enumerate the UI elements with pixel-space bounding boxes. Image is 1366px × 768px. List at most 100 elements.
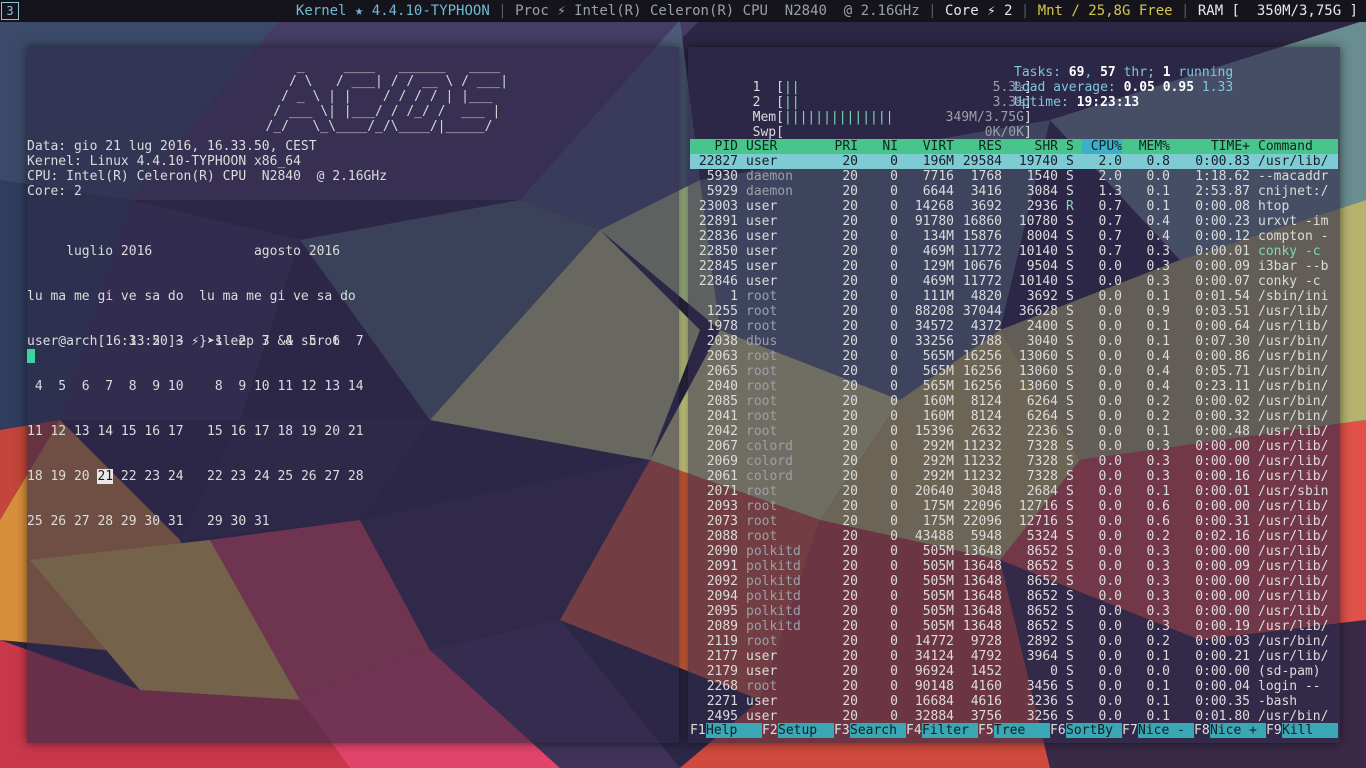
process-mem: 0.1 [1146,694,1170,709]
column-header-ni[interactable]: NI [866,139,898,154]
process-row[interactable]: 22850 user 20 0 469M 11772 10140 S 0.7 0.3 0:00.01… [690,244,1338,259]
process-row[interactable]: 2091 polkitd 20 0 505M 13648 8652 S 0.0 0.3 0:00.0… [690,559,1338,574]
process-row[interactable]: 2177 user 20 0 34124 4792 3964 S 0.0 0.1 0:00.21/u… [690,649,1338,664]
process-row[interactable]: 2069 colord 20 0 292M 11232 7328 S 0.0 0.3 0:00.00… [690,454,1338,469]
process-cmd: conky -c [1258,244,1321,259]
fkey-f2-button[interactable]: Setup [778,723,834,738]
process-row[interactable]: 22836 user 20 0 134M 15876 8004 S 0.7 0.4 0:00.12 c… [690,229,1338,244]
process-row[interactable]: 2090 polkitd 20 0 505M 13648 8652 S 0.0 0.3 0:00.0… [690,544,1338,559]
process-row[interactable]: 2065 root 20 0 565M 16256 13060 S 0.0 0.4 0:05.71 /… [690,364,1338,379]
shell-prompt[interactable]: user@arch[16:33:50]~ ⚡}➤sleep 7 && scrot [27,334,340,349]
process-row[interactable]: 2271 user 20 0 16684 4616 3236 S 0.0 0.1 0:00.35 -b… [690,694,1338,709]
process-cpu: 0.7 [1098,199,1122,214]
process-row[interactable]: 1 root 20 0 111M 4820 3692 S 0.0 0.1 0:01.54/sbin/… [690,289,1338,304]
process-row[interactable]: 5930 daemon 20 0 7716 1768 1540 S 2.0 0.0 1:18.62-… [690,169,1338,184]
process-row[interactable]: 2094 polkitd 20 0 505M 13648 8652 S 0.0 0.3 0:00.0… [690,589,1338,604]
process-row[interactable]: 2093 root 20 0 175M 22096 12716 S 0.0 0.6 0:00.00 /… [690,499,1338,514]
process-cmd: /usr/bin/ [1258,334,1329,349]
column-header-pri[interactable]: PRI [826,139,858,154]
column-header-cmd[interactable]: Command [1258,139,1338,154]
process-user: root [746,529,778,544]
process-s: S [1066,424,1074,439]
process-row[interactable]: 2042 root 20 0 15396 2632 2236 S 0.0 0.1 0:00.48/u… [690,424,1338,439]
process-row[interactable]: 23003 user 20 0 14268 3692 2936 R 0.7 0.1 0:00.08 h… [690,199,1338,214]
column-header-user[interactable]: USER [746,139,810,154]
process-cpu: 0.0 [1098,304,1122,319]
process-row[interactable]: 2038 dbus 20 0 33256 3788 3040 S 0.0 0.1 0:07.30/u… [690,334,1338,349]
column-header-virt[interactable]: VIRT [898,139,954,154]
process-cpu: 0.0 [1098,709,1122,724]
process-virt: 6644 [922,184,954,199]
process-mem: 0.0 [1146,664,1170,679]
process-row[interactable]: 2041 root 20 0 160M 8124 6264 S 0.0 0.2 0:00.32/us… [690,409,1338,424]
process-row[interactable]: 2119 root 20 0 14772 9728 2892 S 0.0 0.2 0:00.03/u… [690,634,1338,649]
process-s: S [1066,259,1074,274]
process-row[interactable]: 2095 polkitd 20 0 505M 13648 8652 S 0.0 0.3 0:00.0… [690,604,1338,619]
process-row[interactable]: 1978 root 20 0 34572 4372 2400 S 0.0 0.1 0:00.64/u… [690,319,1338,334]
process-row[interactable]: 2179 user 20 0 96924 1452 0 S 0.0 0.0 0:00.00 (sd-p… [690,664,1338,679]
process-user: root [746,364,778,379]
fkey-f6: F6 [1050,723,1066,738]
process-virt: 565M [922,379,954,394]
terminal-htop[interactable]: 1 [|| 5.3%] 2 [|| 3.3%] Mem[||||||||||||||… [688,47,1340,743]
process-s: S [1066,634,1074,649]
process-pri: 20 [842,169,858,184]
process-row[interactable]: 22846 user 20 0 469M 11772 10140 S 0.0 0.3 0:00.07… [690,274,1338,289]
process-row[interactable]: 2088 root 20 0 43488 5948 5324 S 0.0 0.2 0:02.16/u… [690,529,1338,544]
column-header-s[interactable]: S [1066,139,1074,154]
process-res: 8124 [970,409,1002,424]
process-row[interactable]: 2071 root 20 0 20640 3048 2684 S 0.0 0.1 0:00.01/u… [690,484,1338,499]
process-table[interactable]: 22827 user 20 0 196M 29584 19740 S 2.0 0.8 0:00.83… [690,154,1338,724]
fkey-f9-button[interactable]: Kill [1282,723,1338,738]
process-row[interactable]: 22845 user 20 0 129M 10676 9504 S 0.0 0.3 0:00.09 i… [690,259,1338,274]
process-row[interactable]: 5929 daemon 20 0 6644 3416 3084 S 1.3 0.1 2:53.87 c… [690,184,1338,199]
process-cpu: 0.7 [1098,244,1122,259]
column-header-time[interactable]: TIME+ [1178,139,1250,154]
workspace-indicator[interactable]: 3 [1,2,19,20]
process-row[interactable]: 2089 polkitd 20 0 505M 13648 8652 S 0.0 0.3 0:00.1… [690,619,1338,634]
fkey-f8-button[interactable]: Nice + [1210,723,1266,738]
process-row[interactable]: 22891 user 20 0 91780 16860 10780 S 0.7 0.4 0:00.2… [690,214,1338,229]
fkey-f4-button[interactable]: Filter [922,723,978,738]
process-cmd: conky -c [1258,274,1321,289]
process-user: user [746,274,778,289]
column-header-res[interactable]: RES [954,139,1002,154]
fkey-f7-button[interactable]: Nice - [1138,723,1194,738]
fkey-f6-button[interactable]: SortBy [1066,723,1122,738]
fkey-f1-button[interactable]: Help [706,723,762,738]
column-header-pid[interactable]: PID [690,139,738,154]
process-pri: 20 [842,619,858,634]
process-shr: 2684 [1026,484,1058,499]
column-header-mem[interactable]: MEM% [1130,139,1170,154]
process-row[interactable]: 2040 root 20 0 565M 16256 13060 S 0.0 0.4 0:23.11 /… [690,379,1338,394]
process-mem: 0.0 [1146,169,1170,184]
process-user: polkitd [746,619,801,634]
htop-meters: 1 [|| 5.3%] 2 [|| 3.3%] Mem[||||||||||||||… [690,65,1338,140]
process-row[interactable]: 2061 colord 20 0 292M 11232 7328 S 0.0 0.3 0:00.16… [690,469,1338,484]
process-row-selected[interactable]: 22827 user 20 0 196M 29584 19740 S 2.0 0.8 0:00.83… [690,154,1338,169]
process-pri: 20 [842,529,858,544]
process-row[interactable]: 2063 root 20 0 565M 16256 13060 S 0.0 0.4 0:00.86 /… [690,349,1338,364]
process-mem: 0.1 [1146,289,1170,304]
process-shr: 8652 [1026,619,1058,634]
process-shr: 6264 [1026,394,1058,409]
process-row[interactable]: 1255 root 20 0 88208 37044 36628 S 0.0 0.9 0:03.51… [690,304,1338,319]
status-segments: Kernel ★ 4.4.10-TYPHOON | Proc ⚡ Intel(R… [296,0,1358,22]
process-s: S [1066,619,1074,634]
process-row[interactable]: 2268 root 20 0 90148 4160 3456 S 0.0 0.1 0:00.04 lo… [690,679,1338,694]
process-shr: 6264 [1026,409,1058,424]
fkey-f3-button[interactable]: Search [850,723,906,738]
process-row[interactable]: 2495 user 20 0 32884 3756 3256 S 0.0 0.1 0:01.80/u… [690,709,1338,724]
column-header-cpu[interactable]: CPU% [1082,139,1122,154]
process-row[interactable]: 2092 polkitd 20 0 505M 13648 8652 S 0.0 0.3 0:00.0… [690,574,1338,589]
process-time: 1:18.62 [1195,169,1250,184]
process-row[interactable]: 2085 root 20 0 160M 8124 6264 S 0.0 0.2 0:00.02/us… [690,394,1338,409]
process-ni: 0 [890,679,898,694]
process-row[interactable]: 2073 root 20 0 175M 22096 12716 S 0.0 0.6 0:00.31 /… [690,514,1338,529]
process-row[interactable]: 2067 colord 20 0 292M 11232 7328 S 0.0 0.3 0:00.00… [690,439,1338,454]
column-header-shr[interactable]: SHR [1002,139,1058,154]
terminal-left[interactable]: _ ____ ______ ____ / \ / ___| / / __ \ /… [27,47,679,743]
load-label: Load average: [1014,80,1124,95]
process-user: user [746,259,778,274]
fkey-f5-button[interactable]: Tree [994,723,1050,738]
